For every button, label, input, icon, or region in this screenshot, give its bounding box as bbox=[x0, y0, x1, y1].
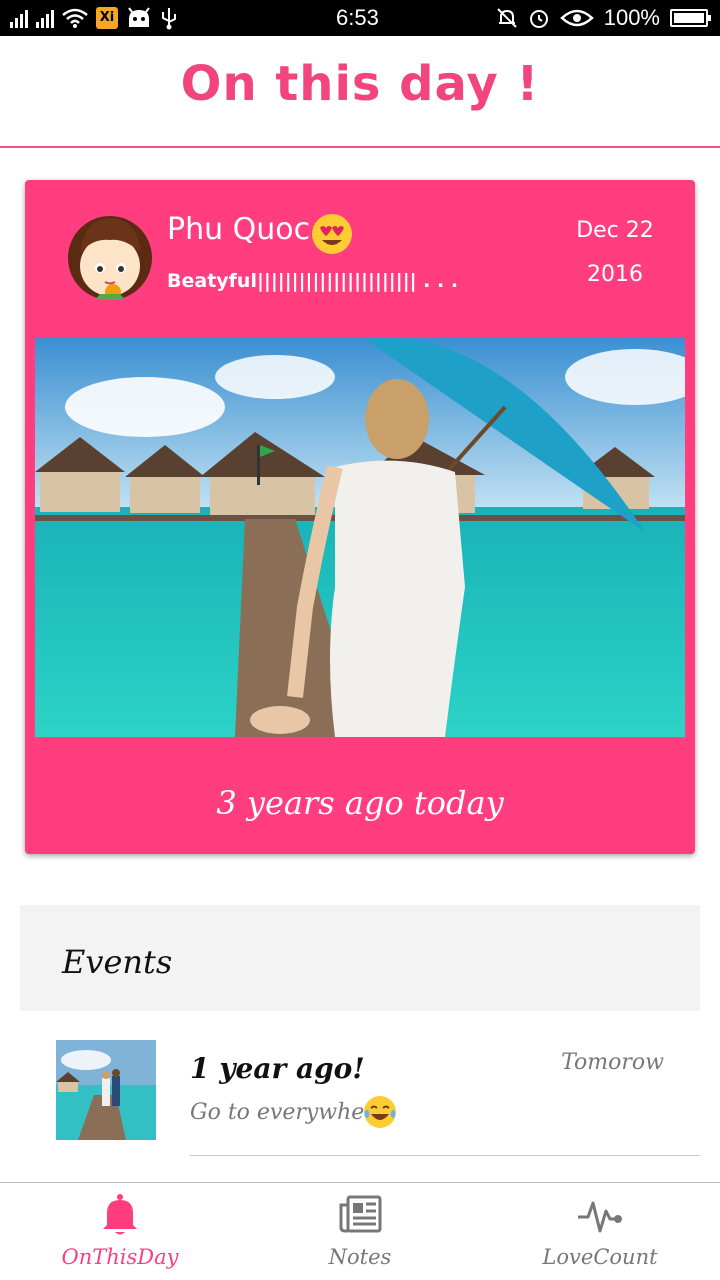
memory-photo[interactable] bbox=[35, 337, 685, 737]
bottom-nav: OnThisDay Notes LoveCount bbox=[0, 1182, 720, 1280]
tab-notes[interactable]: Notes bbox=[240, 1183, 480, 1280]
app-header: On this day ! bbox=[0, 36, 720, 148]
bell-icon bbox=[103, 1194, 137, 1235]
page-title: On this day ! bbox=[180, 56, 540, 112]
newspaper-icon bbox=[339, 1195, 382, 1233]
android-icon bbox=[128, 7, 150, 27]
tab-label: Notes bbox=[328, 1245, 392, 1269]
battery-percent: 100% bbox=[603, 5, 660, 30]
tears-of-joy-emoji-icon bbox=[364, 1096, 396, 1128]
event-when: Tomorow bbox=[561, 1050, 664, 1075]
event-description: Go to everywhere bbox=[190, 1100, 388, 1125]
status-right: 100% bbox=[496, 5, 711, 31]
wifi-icon bbox=[62, 8, 88, 28]
memory-place: Phu Quoc bbox=[167, 212, 311, 247]
status-left: Xi bbox=[10, 6, 178, 30]
notification-badge-icon: Xi bbox=[96, 7, 118, 29]
usb-icon bbox=[162, 8, 176, 30]
divider bbox=[190, 1155, 700, 1156]
avatar bbox=[68, 216, 152, 300]
events-section-header: Events bbox=[20, 905, 700, 1011]
tab-label: LoveCount bbox=[542, 1245, 658, 1269]
memory-ago-label: 3 years ago today bbox=[216, 784, 504, 822]
memory-caption: Beatyful||||||||||||||||||||||| . . . bbox=[167, 270, 459, 292]
status-time: 6:53 bbox=[336, 5, 379, 30]
tab-on-this-day[interactable]: OnThisDay bbox=[0, 1183, 240, 1280]
tab-love-count[interactable]: LoveCount bbox=[480, 1183, 720, 1280]
signal-icon bbox=[10, 8, 28, 28]
memory-year: 2016 bbox=[587, 262, 643, 287]
alarm-icon bbox=[529, 10, 548, 28]
event-thumbnail bbox=[56, 1040, 156, 1140]
events-title: Events bbox=[62, 943, 173, 981]
signal-icon-2 bbox=[36, 8, 54, 28]
memory-date: Dec 22 bbox=[576, 218, 654, 243]
status-bar: Xi 6:53 100% bbox=[0, 0, 720, 36]
heart-eyes-emoji-icon bbox=[312, 214, 352, 254]
memory-card[interactable]: Phu Quoc Beatyful|||||||||||||||||||||||… bbox=[25, 180, 695, 854]
event-title: 1 year ago! bbox=[190, 1052, 365, 1085]
eye-icon bbox=[559, 9, 594, 27]
battery-icon bbox=[670, 9, 711, 27]
bell-off-icon bbox=[497, 8, 517, 28]
list-item[interactable]: 1 year ago! Go to everywhere Tomorow bbox=[0, 1012, 720, 1172]
tab-label: OnThisDay bbox=[61, 1245, 179, 1269]
heartbeat-icon bbox=[578, 1201, 622, 1233]
